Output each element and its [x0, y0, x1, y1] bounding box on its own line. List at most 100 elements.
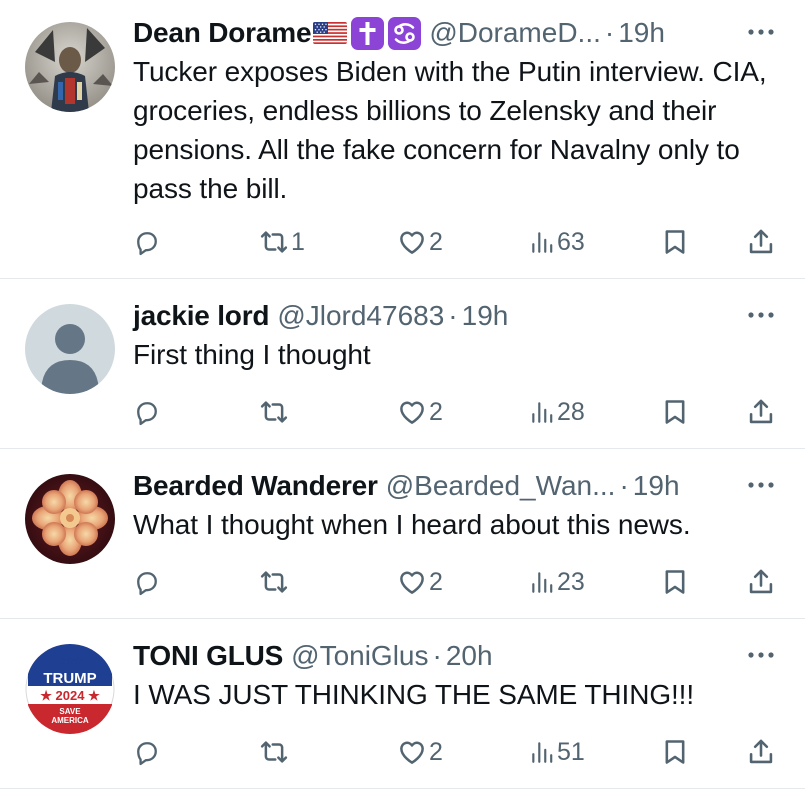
repost-count: 1 — [291, 227, 305, 256]
share-icon — [747, 738, 775, 766]
avatar[interactable] — [25, 22, 115, 112]
svg-text:★ 2024 ★: ★ 2024 ★ — [40, 688, 100, 703]
timestamp[interactable]: 20h — [446, 640, 493, 672]
action-bar: 2 23 — [133, 567, 777, 597]
heart-icon — [397, 397, 427, 427]
repost-button[interactable] — [259, 567, 291, 597]
post-text: First thing I thought — [133, 339, 371, 370]
views-button[interactable]: 23 — [529, 567, 585, 597]
reply-icon — [133, 738, 161, 766]
display-name[interactable]: jackie lord — [133, 300, 270, 332]
repost-icon — [259, 397, 289, 427]
post-header: TONI GLUS @ToniGlus · 20h — [133, 639, 777, 673]
more-options-icon[interactable] — [745, 475, 777, 495]
share-button[interactable] — [747, 737, 775, 767]
views-icon — [529, 568, 555, 596]
repost-button[interactable] — [259, 737, 291, 767]
repost-button[interactable]: 1 — [259, 227, 305, 257]
separator-dot: · — [619, 470, 629, 501]
repost-icon — [259, 567, 289, 597]
user-handle[interactable]: @DorameD... — [429, 17, 601, 49]
more-options-icon[interactable] — [745, 22, 777, 42]
us-flag-icon — [313, 22, 348, 44]
svg-text:SAVE: SAVE — [59, 707, 81, 716]
bookmark-button[interactable] — [661, 567, 689, 597]
repost-button[interactable] — [259, 397, 291, 427]
display-name[interactable]: Bearded Wanderer — [133, 470, 378, 502]
share-button[interactable] — [747, 567, 775, 597]
reply-button[interactable] — [133, 737, 161, 767]
views-button[interactable]: 63 — [529, 227, 585, 257]
svg-text:TRUMP: TRUMP — [43, 670, 96, 687]
user-handle[interactable]: @Bearded_Wan... — [386, 470, 616, 502]
display-name[interactable]: Dean Dorame — [133, 17, 312, 49]
views-button[interactable]: 28 — [529, 397, 585, 427]
default-profile-icon — [25, 304, 115, 394]
post-text: I WAS JUST THINKING THE SAME THING!!! — [133, 679, 695, 710]
reply-button[interactable] — [133, 397, 161, 427]
bookmark-button[interactable] — [661, 227, 689, 257]
timestamp[interactable]: 19h — [633, 470, 680, 502]
post-body: Dean Dorame @DorameD... · 19h Tucker exp… — [133, 16, 777, 208]
like-count: 2 — [429, 567, 443, 596]
view-count: 51 — [557, 737, 585, 766]
display-name[interactable]: TONI GLUS — [133, 640, 283, 672]
post[interactable]: ★★★ TRUMP ★ 2024 ★ SAVE AMERICA TONI GLU… — [0, 619, 805, 789]
share-icon — [747, 228, 775, 256]
like-count: 2 — [429, 737, 443, 766]
post-body: TONI GLUS @ToniGlus · 20h I WAS JUST THI… — [133, 639, 777, 714]
post[interactable]: Bearded Wanderer @Bearded_Wan... · 19h W… — [0, 449, 805, 619]
views-icon — [529, 738, 555, 766]
avatar[interactable] — [25, 304, 115, 394]
svg-text:★★★: ★★★ — [58, 656, 83, 666]
action-bar: 2 28 — [133, 397, 777, 427]
like-count: 2 — [429, 227, 443, 256]
share-icon — [747, 398, 775, 426]
separator-dot: · — [448, 300, 458, 331]
share-button[interactable] — [747, 397, 775, 427]
bookmark-icon — [661, 398, 689, 426]
action-bar: 1 2 63 — [133, 227, 777, 257]
like-button[interactable]: 2 — [397, 567, 443, 597]
bookmark-icon — [661, 738, 689, 766]
post[interactable]: Dean Dorame @DorameD... · 19h Tucker exp… — [0, 0, 805, 279]
repost-icon — [259, 227, 289, 257]
trump-2024-logo: ★★★ TRUMP ★ 2024 ★ SAVE AMERICA — [25, 644, 115, 734]
bookmark-icon — [661, 568, 689, 596]
repost-icon — [259, 737, 289, 767]
share-button[interactable] — [747, 227, 775, 257]
bookmark-button[interactable] — [661, 397, 689, 427]
profile-badges — [313, 16, 422, 50]
post-header: Dean Dorame @DorameD... · 19h — [133, 16, 777, 50]
separator-dot: · — [604, 17, 615, 48]
avatar[interactable]: ★★★ TRUMP ★ 2024 ★ SAVE AMERICA — [25, 644, 115, 734]
user-handle[interactable]: @Jlord47683 — [277, 300, 444, 332]
like-count: 2 — [429, 397, 443, 426]
share-icon — [747, 568, 775, 596]
like-button[interactable]: 2 — [397, 397, 443, 427]
reply-button[interactable] — [133, 567, 161, 597]
timestamp[interactable]: 19h — [462, 300, 509, 332]
bookmark-button[interactable] — [661, 737, 689, 767]
post[interactable]: jackie lord @Jlord47683 · 19h First thin… — [0, 279, 805, 449]
reply-button[interactable] — [133, 227, 161, 257]
separator-dot: · — [432, 640, 442, 671]
avatar[interactable] — [25, 474, 115, 564]
user-handle[interactable]: @ToniGlus — [291, 640, 428, 672]
post-header: jackie lord @Jlord47683 · 19h — [133, 299, 777, 333]
timestamp[interactable]: 19h — [618, 17, 665, 49]
flower-photo — [25, 474, 115, 564]
heart-icon — [397, 737, 427, 767]
reply-icon — [133, 568, 161, 596]
latin-cross-icon — [351, 16, 385, 50]
views-button[interactable]: 51 — [529, 737, 585, 767]
more-options-icon[interactable] — [745, 305, 777, 325]
view-count: 63 — [557, 227, 585, 256]
post-text: What I thought when I heard about this n… — [133, 509, 691, 540]
like-button[interactable]: 2 — [397, 737, 443, 767]
like-button[interactable]: 2 — [397, 227, 443, 257]
post-body: Bearded Wanderer @Bearded_Wan... · 19h W… — [133, 469, 777, 544]
svg-text:AMERICA: AMERICA — [51, 716, 89, 725]
view-count: 23 — [557, 567, 585, 596]
more-options-icon[interactable] — [745, 645, 777, 665]
